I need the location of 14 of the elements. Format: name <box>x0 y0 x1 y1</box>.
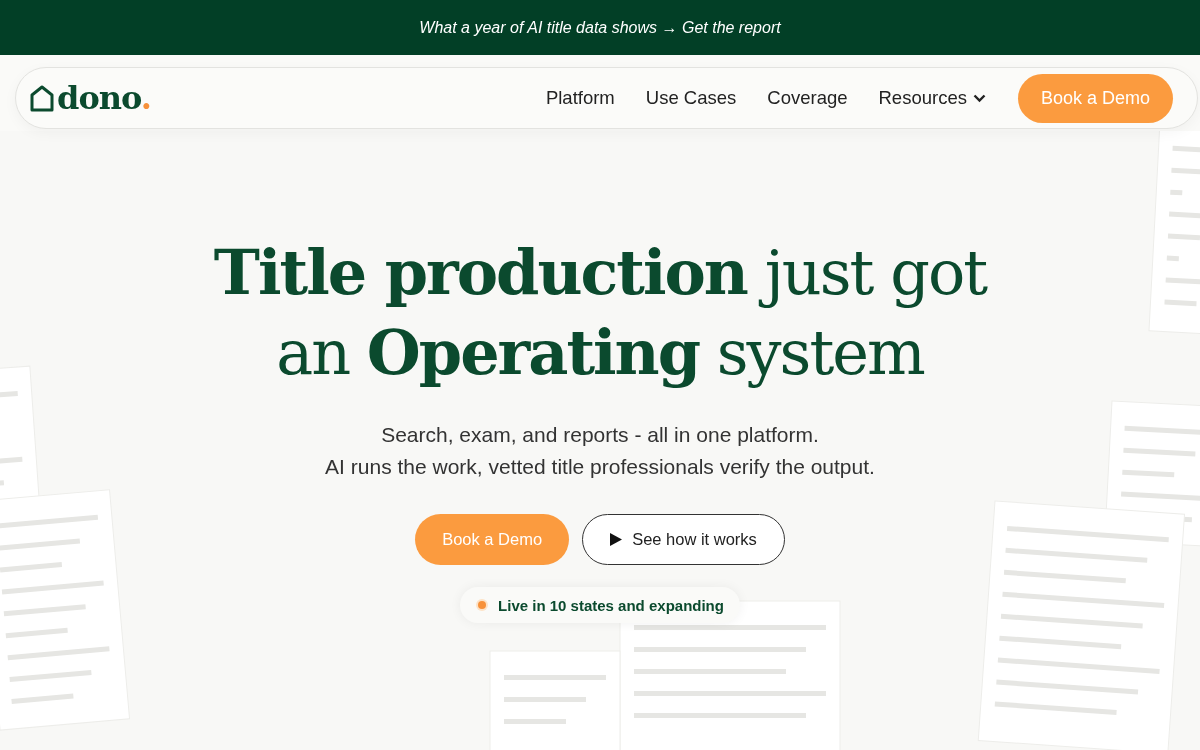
headline: Title production just got an Operating system <box>212 235 988 391</box>
status-dot-icon <box>476 599 489 611</box>
logo[interactable]: dono. <box>57 79 151 117</box>
house-icon <box>30 84 54 112</box>
nav-link[interactable]: Coverage <box>767 87 848 109</box>
nav-link[interactable]: Use Cases <box>645 87 737 109</box>
video-button[interactable]: See how it works <box>582 514 785 565</box>
play-icon <box>610 533 623 546</box>
badge-text: Live in 10 states and expanding <box>498 596 724 614</box>
chevron-down-icon <box>972 93 986 103</box>
subtitle: Search, exam, and reports - all in one platform. AI runs the work, vetted title professionals verify the output. <box>325 422 875 480</box>
announcement-text[interactable]: What a year of AI title data shows → Get the report <box>419 18 781 37</box>
nav-link[interactable]: Resources <box>878 87 986 109</box>
nav-link[interactable]: Platform <box>545 87 615 109</box>
